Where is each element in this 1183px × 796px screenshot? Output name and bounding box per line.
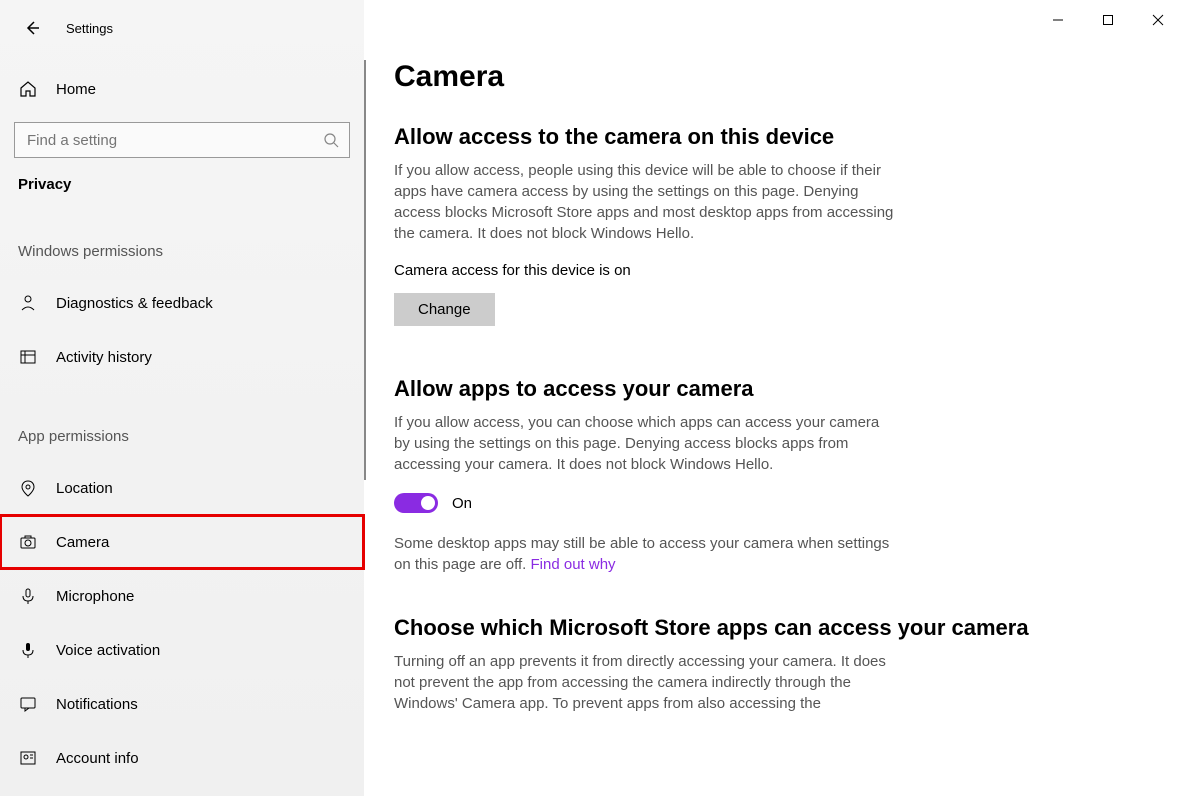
- section2-desc: If you allow access, you can choose whic…: [394, 412, 894, 475]
- location-icon: [18, 478, 38, 498]
- sidebar-item-label: Notifications: [56, 696, 138, 713]
- search-icon: [323, 132, 339, 148]
- section3-desc: Turning off an app prevents it from dire…: [394, 651, 894, 714]
- sidebar-item-label: Voice activation: [56, 642, 160, 659]
- nav-home-label: Home: [56, 81, 96, 98]
- sidebar: Settings Home Privacy Windows permission…: [0, 0, 364, 796]
- search-box[interactable]: [14, 122, 350, 158]
- sidebar-item-activity-history[interactable]: Activity history: [0, 330, 364, 384]
- arrow-left-icon: [24, 20, 40, 36]
- sidebar-item-label: Microphone: [56, 588, 134, 605]
- section1-desc: If you allow access, people using this d…: [394, 160, 894, 244]
- sidebar-item-notifications[interactable]: Notifications: [0, 677, 364, 731]
- section2-note: Some desktop apps may still be able to a…: [394, 533, 894, 575]
- feedback-icon: [18, 293, 38, 313]
- change-button[interactable]: Change: [394, 293, 495, 326]
- section3-heading: Choose which Microsoft Store apps can ac…: [394, 615, 1143, 641]
- sidebar-item-location[interactable]: Location: [0, 461, 364, 515]
- minimize-icon: [1052, 14, 1064, 26]
- find-out-why-link[interactable]: Find out why: [531, 556, 616, 573]
- sidebar-item-voice-activation[interactable]: Voice activation: [0, 623, 364, 677]
- toggle-knob: [421, 496, 435, 510]
- search-input[interactable]: [25, 131, 323, 150]
- sidebar-item-label: Account info: [56, 750, 139, 767]
- microphone-icon: [18, 586, 38, 606]
- group-header-app-permissions: App permissions: [0, 428, 364, 445]
- maximize-button[interactable]: [1083, 0, 1133, 40]
- category-privacy: Privacy: [0, 176, 364, 193]
- sidebar-item-microphone[interactable]: Microphone: [0, 569, 364, 623]
- home-icon: [18, 79, 38, 99]
- sidebar-item-label: Camera: [56, 534, 109, 551]
- close-button[interactable]: [1133, 0, 1183, 40]
- group-header-windows-permissions: Windows permissions: [0, 243, 364, 260]
- maximize-icon: [1102, 14, 1114, 26]
- device-access-status: Camera access for this device is on: [394, 262, 1143, 279]
- section1-heading: Allow access to the camera on this devic…: [394, 124, 1143, 150]
- notifications-icon: [18, 694, 38, 714]
- history-icon: [18, 347, 38, 367]
- toggle-state-label: On: [452, 495, 472, 512]
- window-controls: [1033, 0, 1183, 40]
- sidebar-item-label: Activity history: [56, 349, 152, 366]
- close-icon: [1152, 14, 1164, 26]
- nav-home[interactable]: Home: [0, 68, 364, 110]
- note-text: Some desktop apps may still be able to a…: [394, 535, 889, 573]
- apps-access-toggle[interactable]: [394, 493, 438, 513]
- sidebar-item-label: Location: [56, 480, 113, 497]
- page-title: Camera: [394, 60, 1143, 94]
- app-title: Settings: [66, 21, 113, 36]
- section2-heading: Allow apps to access your camera: [394, 376, 1143, 402]
- scroll-indicator: [364, 60, 366, 480]
- account-icon: [18, 748, 38, 768]
- sidebar-item-diagnostics[interactable]: Diagnostics & feedback: [0, 276, 364, 330]
- sidebar-item-label: Diagnostics & feedback: [56, 295, 213, 312]
- voice-icon: [18, 640, 38, 660]
- main-content: Camera Allow access to the camera on thi…: [364, 0, 1183, 796]
- sidebar-item-camera[interactable]: Camera: [0, 515, 364, 569]
- sidebar-item-account-info[interactable]: Account info: [0, 731, 364, 785]
- camera-icon: [18, 532, 38, 552]
- back-button[interactable]: [22, 18, 42, 38]
- minimize-button[interactable]: [1033, 0, 1083, 40]
